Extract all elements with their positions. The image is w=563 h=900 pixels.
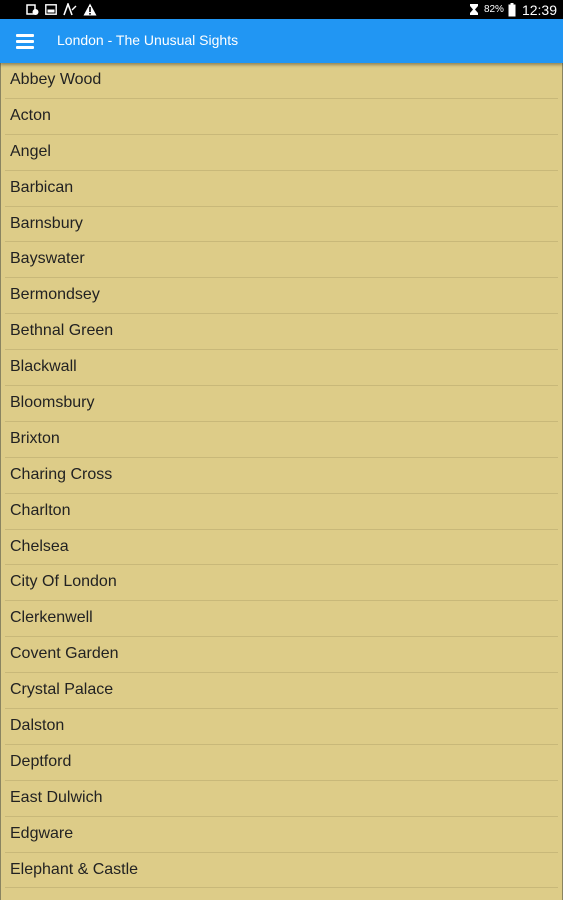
list-item[interactable]: Angel (5, 135, 558, 171)
list-item[interactable]: Clerkenwell (5, 601, 558, 638)
list-item[interactable]: City Of London (5, 565, 558, 602)
list-item[interactable]: Chelsea (5, 530, 558, 566)
list-item-label: Deptford (10, 752, 72, 770)
list-item-label: Acton (10, 106, 51, 124)
list-item[interactable]: Charing Cross (5, 458, 558, 494)
list-item[interactable]: Barnsbury (5, 207, 558, 243)
list-item[interactable]: Bayswater (5, 242, 558, 279)
list-item[interactable]: Charlton (5, 494, 558, 530)
list-item-label: Covent Garden (10, 645, 119, 663)
list-item-label: East Dulwich (10, 788, 103, 806)
list-item-label: Crystal Palace (10, 681, 114, 699)
list-item[interactable]: Bermondsey (5, 278, 558, 315)
list-item-label: Chelsea (10, 537, 69, 555)
status-bar: 82% 12:39 (0, 0, 563, 19)
list-item[interactable]: Acton (5, 99, 558, 135)
warning-icon (83, 3, 97, 16)
district-list[interactable]: Abbey Wood Acton Angel Barbican Barnsbury Bay… (0, 63, 563, 900)
list-item-label: City Of London (10, 573, 117, 591)
list-item[interactable]: Crystal Palace (5, 673, 558, 710)
list-item[interactable]: Blackwall (5, 350, 558, 387)
clock: 12:39 (521, 1, 557, 18)
list-item[interactable]: Covent Garden (5, 637, 558, 674)
list-item-label: Barnsbury (10, 214, 83, 232)
list-item[interactable]: Brixton (5, 422, 558, 458)
list-item[interactable]: Abbey Wood (5, 63, 558, 99)
signal-icon (63, 3, 77, 16)
list-item-label: Edgware (10, 824, 74, 842)
list-item-label: Angel (10, 142, 51, 160)
list-item-label: Elephant & Castle (10, 860, 139, 878)
list-item[interactable]: Edgware (5, 817, 558, 853)
status-system-icons: 82% 12:39 (468, 0, 557, 19)
alarm-icon (469, 4, 478, 15)
list-item-label: Bethnal Green (10, 322, 114, 340)
battery-icon (508, 2, 516, 16)
list-item-label: Bayswater (10, 250, 85, 268)
list-item[interactable]: Bethnal Green (5, 314, 558, 351)
list-item-label: Charing Cross (10, 465, 113, 483)
status-notification-icons (26, 2, 97, 17)
image-icon (45, 4, 57, 15)
list-item-label: Bermondsey (10, 286, 100, 304)
list-item[interactable]: Deptford (5, 745, 558, 781)
battery-percentage: 82% (483, 4, 504, 15)
hamburger-menu-icon[interactable] (14, 31, 38, 51)
list-item-label: Dalston (10, 717, 65, 735)
list-item-label: Charlton (10, 501, 71, 519)
list-item-label: Bloomsbury (10, 394, 95, 412)
list-item-label: Brixton (10, 429, 60, 447)
sync-icon (26, 4, 39, 15)
list-item[interactable]: East Dulwich (5, 781, 558, 817)
list-item-label: Abbey Wood (10, 71, 102, 88)
list-item[interactable]: Dalston (5, 709, 558, 745)
list-item[interactable]: Elephant & Castle (5, 853, 558, 889)
list-item-label: Barbican (10, 178, 74, 196)
list-item[interactable]: Barbican (5, 171, 558, 207)
list-item[interactable]: Bloomsbury (5, 386, 558, 422)
app-bar: London - The Unusual Sights (0, 19, 563, 63)
list-item-label: Clerkenwell (10, 609, 93, 627)
app-title: London - The Unusual Sights (57, 32, 239, 48)
list-item-label: Blackwall (10, 358, 77, 376)
